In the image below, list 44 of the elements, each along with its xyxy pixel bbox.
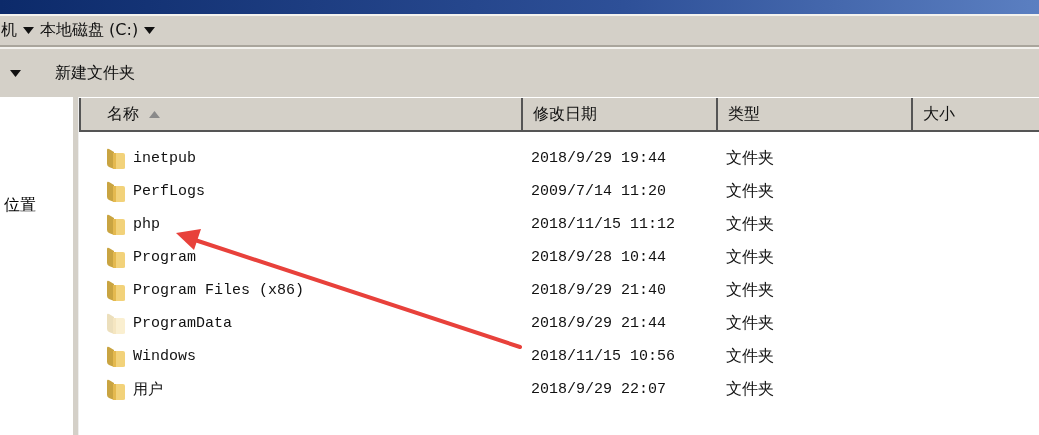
caret-icon[interactable] <box>23 27 34 34</box>
folder-icon <box>105 246 125 269</box>
type-cell-text: 文件夹 <box>725 280 775 301</box>
column-header[interactable]: 大小 <box>911 98 1039 130</box>
caret-icon[interactable] <box>144 27 156 34</box>
date-cell-text: 2018/9/29 21:40 <box>530 282 668 299</box>
folder-icon <box>105 378 125 401</box>
file-name[interactable]: ProgramData <box>133 315 233 332</box>
breadcrumb-item[interactable]: 本地磁盘 (C:) <box>40 20 139 41</box>
file-name[interactable]: Windows <box>133 348 196 365</box>
date-cell-text: 2018/9/29 19:44 <box>530 150 668 167</box>
folder-icon <box>105 279 125 302</box>
type-cell-text: 文件夹 <box>725 181 775 202</box>
folder-icon <box>105 213 125 236</box>
date-cell-text: 2018/11/15 10:56 <box>530 348 677 365</box>
nav-item[interactable]: 位置 <box>4 195 73 216</box>
folder-icon <box>105 345 125 368</box>
column-header[interactable]: 修改日期 <box>521 98 716 130</box>
file-name[interactable]: php <box>133 216 160 233</box>
type-cell-text: 文件夹 <box>725 148 775 169</box>
date-cell-text: 2018/9/29 22:07 <box>530 381 668 398</box>
date-cell-text: 2018/11/15 11:12 <box>530 216 677 233</box>
caret-icon[interactable] <box>10 69 21 77</box>
column-header[interactable]: 名称 <box>79 98 521 130</box>
file-name[interactable]: Program <box>133 249 196 266</box>
date-cell-text: 2009/7/14 11:20 <box>530 183 668 200</box>
file-name[interactable]: inetpub <box>133 150 196 167</box>
type-cell-text: 文件夹 <box>725 346 775 367</box>
new-folder-button[interactable]: 新建文件夹 <box>49 58 141 88</box>
folder-icon <box>105 312 125 335</box>
breadcrumb-item[interactable]: 机 <box>1 20 17 41</box>
type-cell-text: 文件夹 <box>725 247 775 268</box>
type-cell-text: 文件夹 <box>725 214 775 235</box>
type-cell-text: 文件夹 <box>725 313 775 334</box>
folder-icon <box>105 147 125 170</box>
column-header[interactable]: 类型 <box>716 98 911 130</box>
date-cell-text: 2018/9/28 10:44 <box>530 249 668 266</box>
file-name[interactable]: 用户 <box>133 380 163 399</box>
type-cell-text: 文件夹 <box>725 379 775 400</box>
folder-icon <box>105 180 125 203</box>
file-name[interactable]: Program Files (x86) <box>133 282 305 299</box>
file-name[interactable]: PerfLogs <box>133 183 205 200</box>
address-bar[interactable]: 机 本地磁盘 (C:) <box>0 14 1039 47</box>
date-cell-text: 2018/9/29 21:44 <box>530 315 668 332</box>
